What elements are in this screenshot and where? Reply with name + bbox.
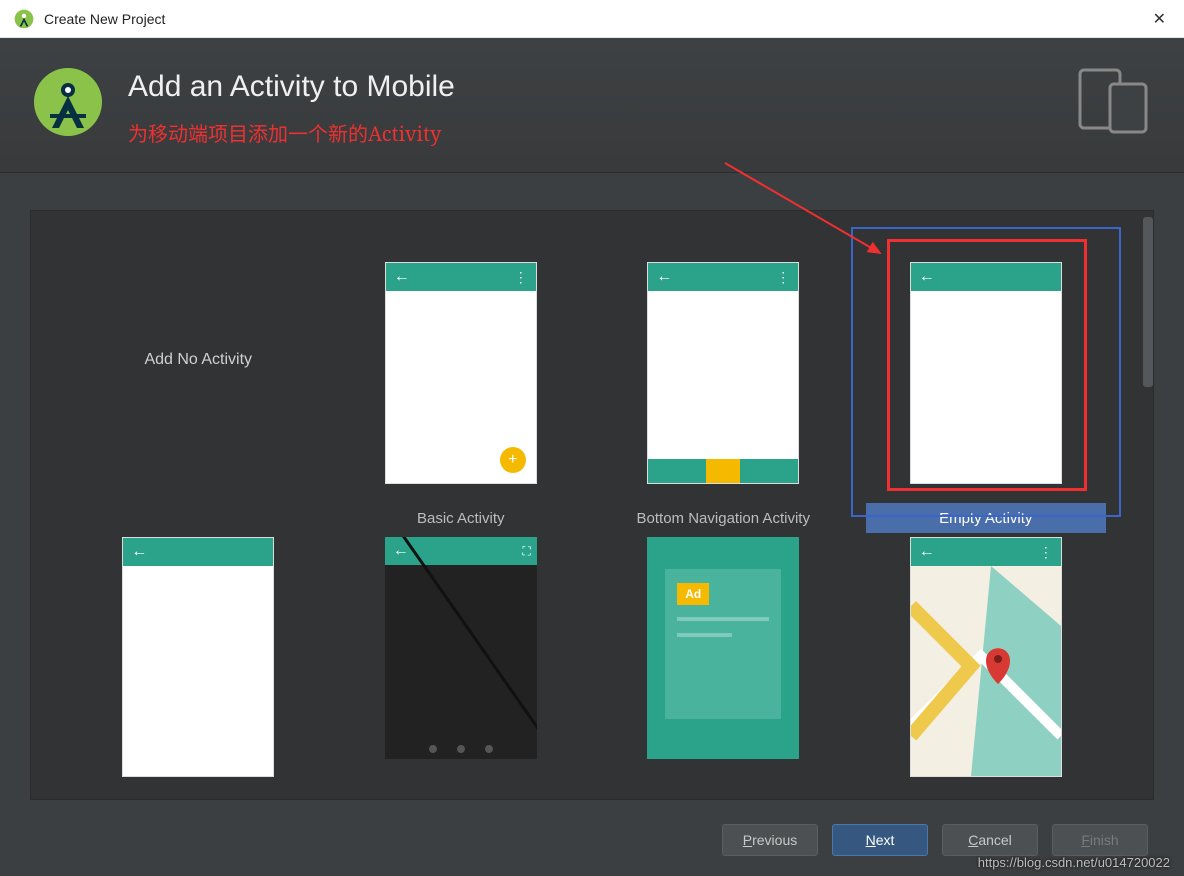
page-title: Add an Activity to Mobile: [128, 70, 455, 104]
window-title: Create New Project: [44, 11, 165, 27]
previous-button[interactable]: Previous: [722, 824, 818, 856]
fab-icon: +: [500, 447, 526, 473]
ad-badge: Ad: [677, 583, 709, 605]
devices-icon: [1076, 66, 1154, 136]
empty-activity-thumb: ←: [910, 262, 1062, 484]
watermark-text: https://blog.csdn.net/u014720022: [978, 855, 1170, 870]
basic-activity-thumb: ← ⋮ +: [385, 262, 537, 484]
wizard-window: Add an Activity to Mobile 为移动端项目添加一个新的Ac…: [0, 38, 1184, 876]
template-label: Basic Activity: [341, 503, 581, 533]
finish-button: Finish: [1052, 824, 1148, 856]
cancel-button[interactable]: Cancel: [942, 824, 1038, 856]
titlebar: Create New Project ✕: [0, 0, 1184, 38]
template-admob-activity[interactable]: Ad: [592, 537, 855, 757]
template-label: Bottom Navigation Activity: [603, 503, 843, 533]
close-icon[interactable]: ✕: [1149, 5, 1170, 33]
scrollbar-thumb[interactable]: [1143, 217, 1153, 387]
template-basic-activity[interactable]: ← ⋮ + Basic Activity: [330, 243, 593, 533]
template-fullscreen-activity[interactable]: ←⛶: [330, 537, 593, 757]
android-studio-icon: [14, 9, 34, 29]
bottom-nav-thumb: ←⋮: [647, 262, 799, 484]
template-gallery: Add No Activity ←⋮ + Basic Activity ←⋮: [30, 210, 1154, 800]
android-studio-logo: [32, 66, 104, 138]
overflow-icon: ⋮: [514, 269, 528, 286]
fullscreen-icon: ⛶: [522, 544, 528, 559]
annotation-subtitle: 为移动端项目添加一个新的Activity: [128, 118, 455, 147]
wizard-header: Add an Activity to Mobile 为移动端项目添加一个新的Ac…: [0, 38, 1184, 173]
next-button[interactable]: Next: [832, 824, 928, 856]
template-add-no-activity[interactable]: Add No Activity: [67, 243, 330, 503]
template-empty-activity[interactable]: ← Empty Activity: [855, 243, 1118, 533]
back-arrow-icon: ←: [394, 268, 410, 286]
no-activity-label: Add No Activity: [144, 351, 252, 369]
template-label: Empty Activity: [866, 503, 1106, 533]
template-google-maps-activity[interactable]: ←⋮: [855, 537, 1118, 757]
template-bottom-navigation-activity[interactable]: ←⋮ Bottom Navigation Activity: [592, 243, 855, 533]
wizard-buttons: Previous Next Cancel Finish: [722, 824, 1148, 856]
map-thumb: [911, 566, 1061, 776]
template-row2-1[interactable]: ←: [67, 537, 330, 757]
